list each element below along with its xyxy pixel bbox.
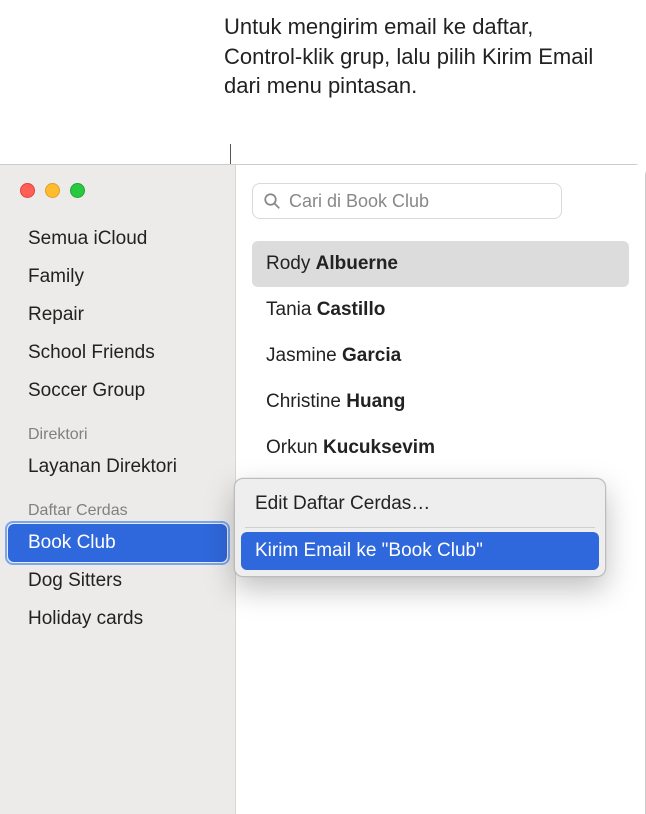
sidebar: Semua iCloud Family Repair School Friend… [0, 165, 236, 814]
callout-text: Untuk mengirim email ke daftar, Control-… [224, 12, 614, 101]
contact-last: Garcia [342, 345, 401, 366]
search-input[interactable]: Cari di Book Club [252, 183, 562, 219]
contact-first: Jasmine [266, 345, 337, 366]
window-controls [0, 177, 235, 220]
sidebar-header-directories: Direktori [0, 410, 235, 448]
search-icon [263, 192, 281, 210]
close-icon[interactable] [20, 183, 35, 198]
contact-first: Orkun [266, 437, 318, 458]
sidebar-item-repair[interactable]: Repair [0, 296, 235, 334]
contact-row[interactable]: Orkun Kucuksevim [252, 425, 629, 471]
contact-last: Albuerne [316, 253, 398, 274]
sidebar-header-smart-lists: Daftar Cerdas [0, 486, 235, 524]
sidebar-item-directory-services[interactable]: Layanan Direktori [0, 448, 235, 486]
sidebar-item-family[interactable]: Family [0, 258, 235, 296]
contact-last: Castillo [317, 299, 386, 320]
contact-last: Kucuksevim [323, 437, 435, 458]
contact-first: Christine [266, 391, 341, 412]
menu-item-edit-smart-list[interactable]: Edit Daftar Cerdas… [241, 485, 599, 523]
sidebar-item-soccer-group[interactable]: Soccer Group [0, 372, 235, 410]
minimize-icon[interactable] [45, 183, 60, 198]
search-placeholder: Cari di Book Club [289, 191, 429, 212]
sidebar-item-book-club[interactable]: Book Club [8, 524, 227, 562]
contact-row[interactable]: Christine Huang [252, 379, 629, 425]
contact-row[interactable]: Rody Albuerne [252, 241, 629, 287]
sidebar-item-dog-sitters[interactable]: Dog Sitters [0, 562, 235, 600]
contact-last: Huang [346, 391, 405, 412]
menu-separator [245, 527, 595, 528]
contact-row[interactable]: Tania Castillo [252, 287, 629, 333]
sidebar-item-label: Book Club [28, 532, 116, 553]
sidebar-item-holiday-cards[interactable]: Holiday cards [0, 600, 235, 638]
context-menu: Edit Daftar Cerdas… Kirim Email ke "Book… [234, 478, 606, 577]
contact-first: Tania [266, 299, 311, 320]
contact-first: Rody [266, 253, 310, 274]
sidebar-item-school-friends[interactable]: School Friends [0, 334, 235, 372]
maximize-icon[interactable] [70, 183, 85, 198]
contact-row[interactable]: Jasmine Garcia [252, 333, 629, 379]
sidebar-item-all-icloud[interactable]: Semua iCloud [0, 220, 235, 258]
menu-item-send-email[interactable]: Kirim Email ke "Book Club" [241, 532, 599, 570]
